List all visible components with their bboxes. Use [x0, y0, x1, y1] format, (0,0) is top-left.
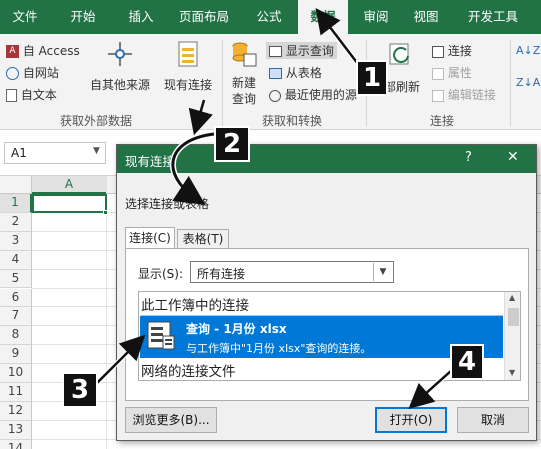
arrow-2b — [188, 99, 213, 136]
arrow-2 — [171, 132, 215, 205]
callout-2: 2 — [214, 126, 250, 162]
callout-3: 3 — [62, 372, 98, 408]
excel-window: 文件 开始 插入 页面布局 公式 数据 审阅 视图 开发工具 A 自 Acces… — [0, 0, 541, 449]
arrow-4 — [408, 369, 453, 410]
callout-4: 4 — [450, 344, 484, 380]
callout-1: 1 — [356, 60, 388, 96]
arrow-3 — [95, 334, 146, 385]
arrow-1 — [315, 8, 359, 65]
